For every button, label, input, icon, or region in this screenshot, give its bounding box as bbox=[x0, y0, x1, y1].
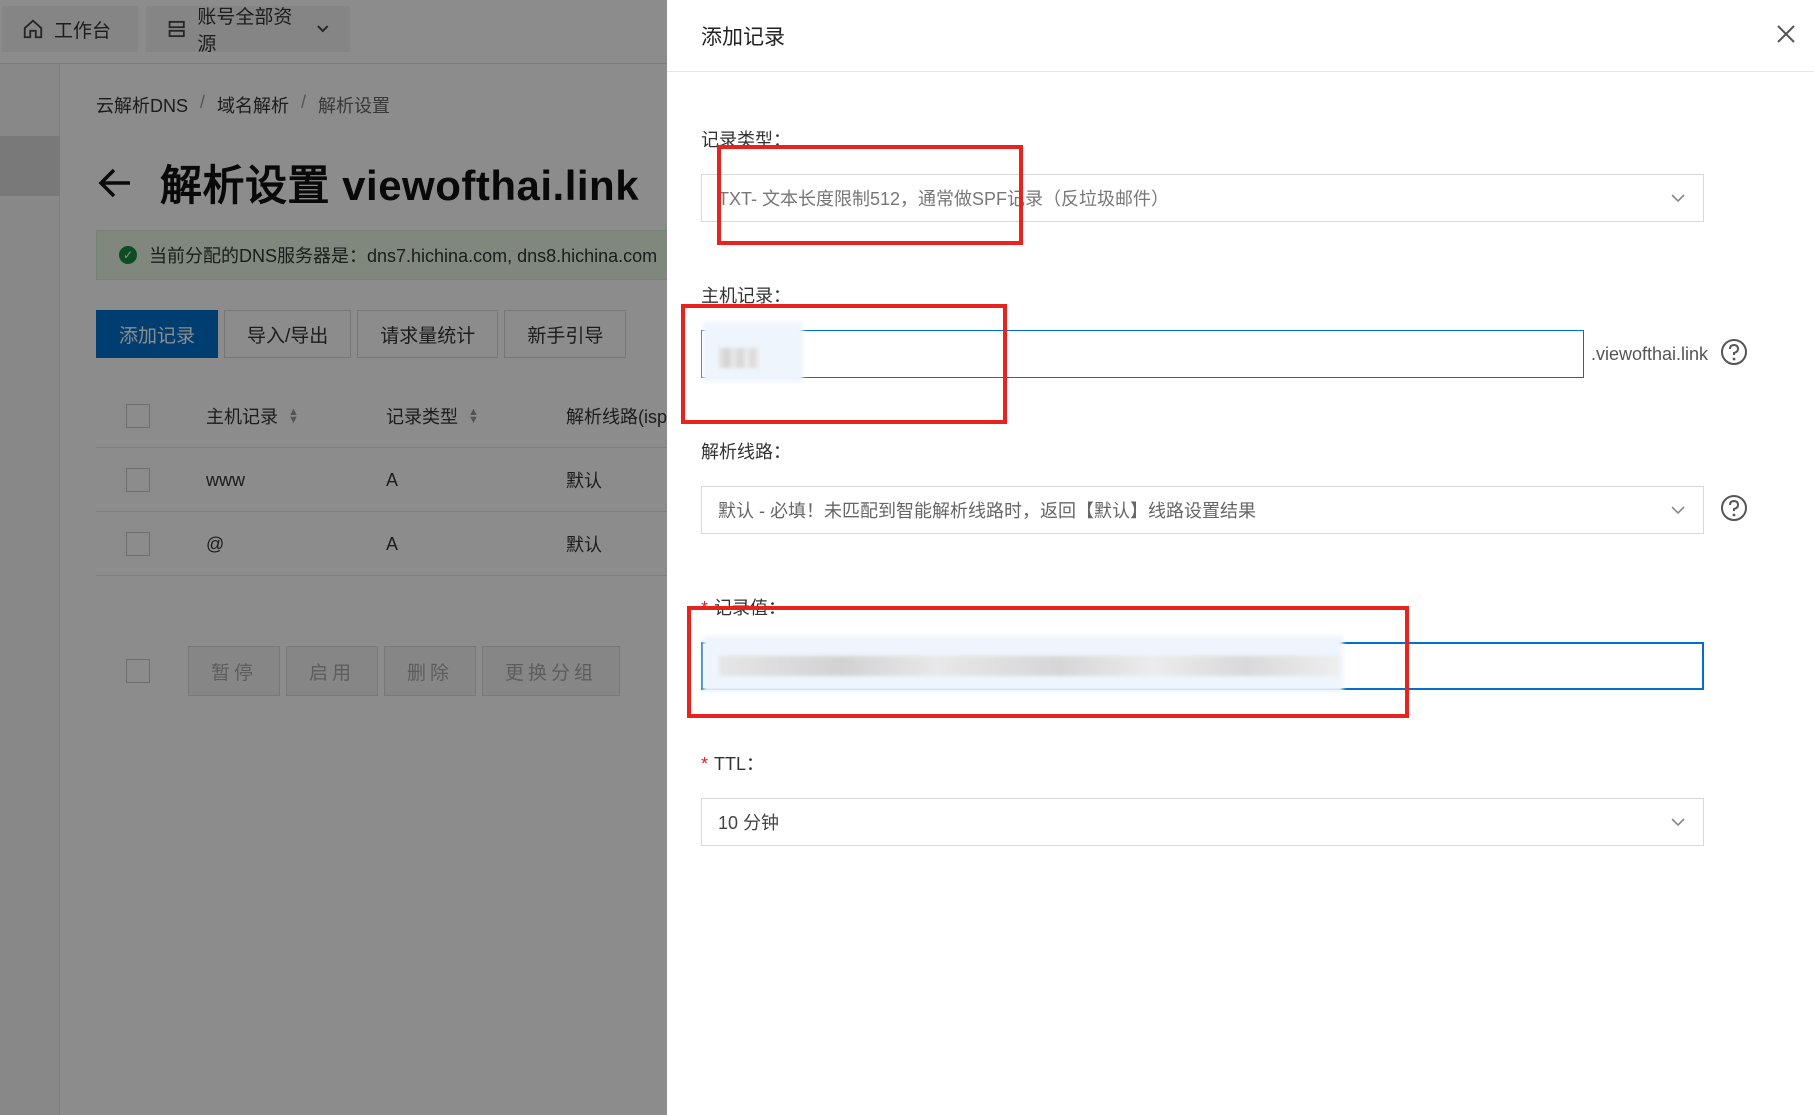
annotation-box-record-type bbox=[717, 145, 1023, 245]
annotation-box-value bbox=[687, 606, 1409, 718]
help-icon[interactable] bbox=[1719, 493, 1749, 523]
chevron-down-icon bbox=[1671, 818, 1685, 827]
close-icon[interactable] bbox=[1774, 22, 1798, 46]
resolution-line-select[interactable]: 默认 - 必填！未匹配到智能解析线路时，返回【默认】线路设置结果 bbox=[701, 486, 1704, 534]
chevron-down-icon bbox=[1671, 506, 1685, 515]
drawer-title: 添加记录 bbox=[701, 25, 785, 49]
resolution-line-label: 解析线路： bbox=[701, 442, 791, 462]
annotation-box-host bbox=[681, 304, 1007, 424]
add-record-drawer: 添加记录 记录类型： TXT- 文本长度限制512，通常做SPF记录（反垃圾邮件… bbox=[667, 0, 1814, 1115]
ttl-value: 10 分钟 bbox=[718, 813, 780, 833]
required-mark: * bbox=[701, 754, 709, 774]
host-domain-suffix: .viewofthai.link bbox=[1591, 344, 1709, 364]
ttl-label: * TTL： bbox=[701, 750, 764, 776]
ttl-label-text: TTL： bbox=[714, 754, 765, 774]
chevron-down-icon bbox=[1671, 194, 1685, 203]
drawer-header: 添加记录 bbox=[667, 0, 1814, 72]
resolution-line-value: 默认 - 必填！未匹配到智能解析线路时，返回【默认】线路设置结果 bbox=[718, 501, 1256, 521]
help-icon[interactable] bbox=[1719, 337, 1749, 367]
ttl-select[interactable]: 10 分钟 bbox=[701, 798, 1704, 846]
